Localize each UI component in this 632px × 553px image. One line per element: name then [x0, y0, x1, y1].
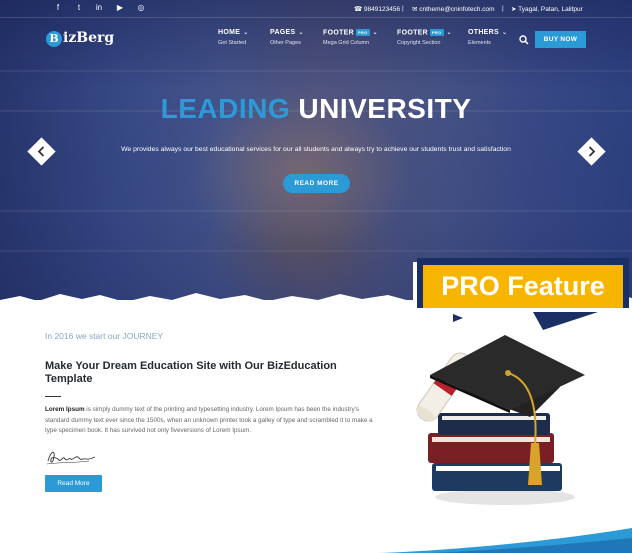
phone-contact: ☎ 9849123456 [354, 5, 400, 13]
about-body-lead: Lorem Ipsum [45, 406, 85, 413]
search-icon[interactable] [519, 35, 529, 45]
pro-badge: PRO [355, 29, 370, 36]
linkedin-icon[interactable]: in [93, 3, 105, 12]
chevron-down-icon: ⌄ [243, 30, 249, 36]
hero-title-main: UNIVERSITY [298, 93, 472, 124]
graduation-cap-books-image [415, 335, 585, 505]
chevron-down-icon: ⌄ [372, 30, 378, 37]
nav-item-sublabel: Get Started [218, 40, 247, 46]
pro-badge: PRO [429, 29, 444, 36]
chevron-down-icon: ⌄ [446, 30, 452, 37]
logo-mark: B [46, 31, 62, 47]
hero-read-more-button[interactable]: READ MORE [283, 174, 350, 193]
phone-icon: ☎ [354, 6, 364, 13]
location-contact: ➤ Tyagal, Patan, Lalitpur [511, 5, 583, 13]
chevron-down-icon: ⌄ [501, 30, 508, 36]
nav-item-footer-mega-grid[interactable]: FOOTER PRO ⌄ Mega Grid Column [323, 29, 378, 46]
nav-item-sublabel: Mega Grid Column [323, 40, 370, 47]
site-logo[interactable]: BizBerg [46, 30, 114, 47]
nav-item-label: FOOTER [397, 29, 428, 37]
about-title: Make Your Dream Education Site with Our … [45, 360, 337, 385]
logo-text: izBerg [63, 30, 115, 46]
nav-item-sublabel: Copyright Section [397, 40, 441, 47]
dribbble-icon[interactable]: ◎ [135, 3, 147, 12]
title-divider [45, 396, 61, 397]
slider-prev-arrow-icon[interactable] [27, 137, 56, 166]
nav-item-label: PAGES [270, 29, 296, 36]
hero-title: LEADING UNIVERSITY [0, 93, 632, 125]
facebook-icon[interactable]: f [52, 3, 64, 12]
nav-item-pages[interactable]: PAGES ⌄ Other Pages [270, 29, 304, 46]
youtube-icon[interactable]: ▶ [114, 3, 126, 12]
about-body-text: is simply dummy text of the printing and… [45, 406, 373, 434]
location-text: Tyagal, Patan, Lalitpur [518, 6, 583, 13]
pro-feature-label: PRO Feature [441, 271, 605, 301]
slider-next-arrow-icon[interactable] [577, 137, 606, 166]
nav-item-others[interactable]: OTHERS ⌄ Elements [468, 29, 507, 46]
hero-title-accent: LEADING [160, 93, 291, 124]
email-contact[interactable]: ✉ cntheme@cninfotech.com [412, 5, 495, 13]
about-kicker: In 2016 we start our JOURNEY [45, 331, 164, 341]
chevron-down-icon: ⌄ [298, 30, 304, 36]
twitter-icon[interactable]: t [73, 3, 85, 12]
nav-item-label: FOOTER [323, 29, 354, 37]
phone-number: 9849123456 [363, 6, 401, 13]
nav-item-label: HOME [218, 29, 241, 36]
bottom-wave-decoration [380, 528, 632, 553]
signature-image [46, 451, 96, 465]
about-body: Lorem Ipsum is simply dummy text of the … [45, 405, 375, 437]
nav-item-sublabel: Elements [468, 40, 491, 46]
nav-item-home[interactable]: HOME ⌄ Get Started [218, 29, 249, 46]
contact-separator: | [402, 5, 404, 12]
hero-description: We provides always our best educational … [121, 146, 511, 153]
email-address: cntheme@cninfotech.com [419, 6, 495, 13]
nav-item-label: OTHERS [468, 29, 499, 36]
nav-item-footer-copyright[interactable]: FOOTER PRO ⌄ Copyright Section [397, 29, 452, 46]
buy-now-button[interactable]: BUY NOW [535, 31, 586, 48]
about-read-more-button[interactable]: Read More [45, 475, 102, 492]
contact-separator: | [502, 5, 504, 12]
nav-item-sublabel: Other Pages [270, 40, 301, 46]
top-contact-bar: f t in ▶ ◎ ☎ 9849123456 | ✉ cntheme@cnin… [0, 0, 632, 18]
